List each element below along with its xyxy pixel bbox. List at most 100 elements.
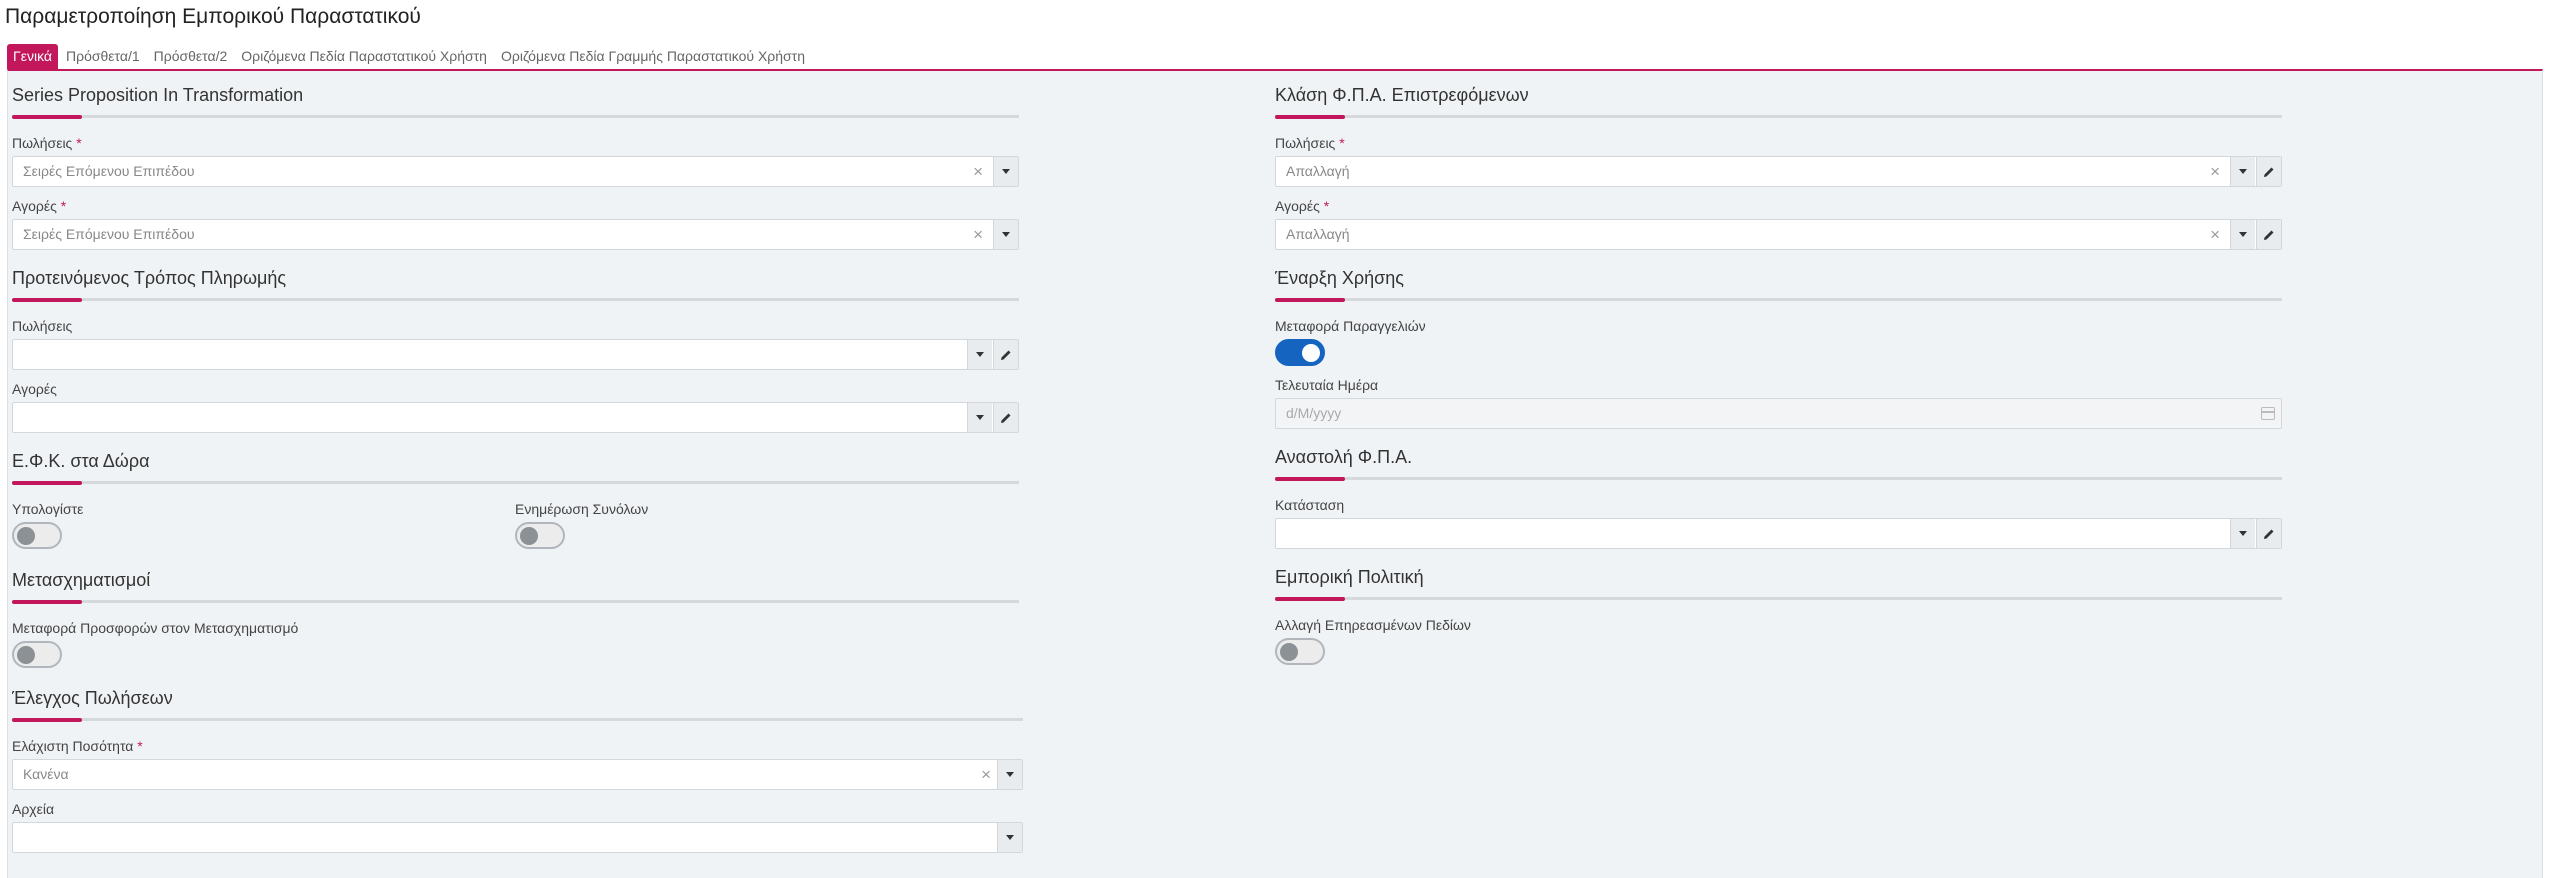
- general-panel: Series Proposition In Transformation Πωλ…: [7, 69, 2543, 878]
- last-day-date-input[interactable]: d/M/yyyy: [1275, 398, 2282, 429]
- field-label: Υπολογίστε: [12, 501, 84, 517]
- dropdown-button[interactable]: [967, 403, 992, 432]
- edit-button[interactable]: [993, 403, 1018, 432]
- field-label: Μεταφορά Προσφορών στον Μετασχηματισμό: [12, 620, 299, 636]
- update-totals-toggle[interactable]: [515, 522, 565, 549]
- vat-class-sales-select[interactable]: Απαλλαγή ×: [1275, 156, 2282, 187]
- select-value: Σειρές Επόμενου Επιπέδου: [23, 226, 195, 242]
- dropdown-button[interactable]: [997, 760, 1022, 789]
- field-label: Ενημέρωση Συνόλων: [515, 501, 649, 517]
- field-label: Πωλήσεις: [12, 318, 73, 334]
- transform-section: Μετασχηματισμοί Μεταφορά Προσφορών στον …: [12, 570, 1019, 668]
- dropdown-button[interactable]: [2230, 220, 2255, 249]
- chevron-down-icon: [1006, 835, 1014, 840]
- efk-section: Ε.Φ.Κ. στα Δώρα Υπολογίστε Ενημέρωση Συν…: [12, 451, 1019, 549]
- chevron-down-icon: [1006, 772, 1014, 777]
- section-title: Έλεγχος Πωλήσεων: [12, 688, 173, 708]
- section-divider: [12, 718, 1023, 722]
- chevron-down-icon: [1002, 169, 1010, 174]
- field-label: Πωλήσεις *: [12, 135, 82, 151]
- field-label: Ελάχιστη Ποσότητα *: [12, 738, 143, 754]
- section-title: Εμπορική Πολιτική: [1275, 567, 1424, 587]
- sales-control-section: Έλεγχος Πωλήσεων Ελάχιστη Ποσότητα * Καν…: [12, 688, 1023, 853]
- section-divider: [1275, 298, 2282, 302]
- tab-user-doc-fields[interactable]: Οριζόμενα Πεδία Παραστατικού Χρήστη: [235, 44, 493, 70]
- field-label: Αγορές *: [1275, 198, 1330, 214]
- payment-purchases-select[interactable]: [12, 402, 1019, 433]
- edit-button[interactable]: [993, 340, 1018, 369]
- section-divider: [1275, 597, 2282, 601]
- pencil-icon: [1001, 350, 1011, 360]
- chevron-down-icon: [1002, 232, 1010, 237]
- field-label: Κατάσταση: [1275, 497, 1345, 513]
- field-label: Τελευταία Ημέρα: [1275, 377, 1379, 393]
- tab-user-line-fields[interactable]: Οριζόμενα Πεδία Γραμμής Παραστατικού Χρή…: [495, 44, 811, 70]
- vat-class-section: Κλάση Φ.Π.Α. Επιστρεφόμενων Πωλήσεις * Α…: [1275, 85, 2282, 250]
- toggle-knob: [1302, 344, 1320, 362]
- start-use-section: Έναρξη Χρήσης Μεταφορά Παραγγελιών Τελευ…: [1275, 268, 2282, 429]
- change-affected-fields-toggle[interactable]: [1275, 638, 1325, 665]
- select-value: Απαλλαγή: [1286, 163, 1350, 179]
- clear-icon[interactable]: ×: [973, 220, 983, 249]
- tab-additional-1[interactable]: Πρόσθετα/1: [60, 44, 146, 70]
- select-value: Κανένα: [23, 766, 69, 782]
- field-label: Αλλαγή Επηρεασμένων Πεδίων: [1275, 617, 1471, 633]
- vat-suspend-status-select[interactable]: [1275, 518, 2282, 549]
- pencil-icon: [2264, 529, 2274, 539]
- right-column: Κλάση Φ.Π.Α. Επιστρεφόμενων Πωλήσεις * Α…: [1275, 71, 2282, 685]
- dropdown-button[interactable]: [2230, 157, 2255, 186]
- min-quantity-select[interactable]: Κανένα ×: [12, 759, 1023, 790]
- field-label: Αγορές *: [12, 198, 67, 214]
- section-title: Series Proposition In Transformation: [12, 85, 304, 105]
- edit-button[interactable]: [2256, 220, 2281, 249]
- page-title: Παραμετροποίηση Εμπορικού Παραστατικού: [5, 5, 421, 28]
- left-column: Series Proposition In Transformation Πωλ…: [12, 71, 1023, 864]
- edit-button[interactable]: [2256, 519, 2281, 548]
- clear-icon[interactable]: ×: [973, 157, 983, 186]
- pencil-icon: [2264, 167, 2274, 177]
- series-purchases-select[interactable]: Σειρές Επόμενου Επιπέδου ×: [12, 219, 1019, 250]
- clear-icon[interactable]: ×: [2210, 157, 2220, 186]
- orders-transfer-toggle[interactable]: [1275, 339, 1325, 366]
- select-value: Σειρές Επόμενου Επιπέδου: [23, 163, 195, 179]
- dropdown-button[interactable]: [993, 157, 1018, 186]
- edit-button[interactable]: [2256, 157, 2281, 186]
- policy-section: Εμπορική Πολιτική Αλλαγή Επηρεασμένων Πε…: [1275, 567, 2282, 665]
- calendar-icon[interactable]: [2261, 407, 2275, 420]
- chevron-down-icon: [976, 415, 984, 420]
- vat-class-purchases-select[interactable]: Απαλλαγή ×: [1275, 219, 2282, 250]
- chevron-down-icon: [2239, 169, 2247, 174]
- field-label: Πωλήσεις *: [1275, 135, 1345, 151]
- calc-toggle[interactable]: [12, 522, 62, 549]
- section-divider: [1275, 115, 2282, 119]
- tab-general[interactable]: Γενικά: [7, 44, 58, 70]
- field-label: Μεταφορά Παραγγελιών: [1275, 318, 1426, 334]
- section-divider: [12, 115, 1019, 119]
- files-select[interactable]: [12, 822, 1023, 853]
- section-title: Έναρξη Χρήσης: [1275, 268, 1404, 288]
- section-divider: [12, 600, 1019, 604]
- pencil-icon: [2264, 230, 2274, 240]
- select-value: Απαλλαγή: [1286, 226, 1350, 242]
- toggle-knob: [520, 527, 538, 545]
- chevron-down-icon: [2239, 531, 2247, 536]
- chevron-down-icon: [2239, 232, 2247, 237]
- series-section: Series Proposition In Transformation Πωλ…: [12, 85, 1019, 250]
- field-label: Αρχεία: [12, 801, 55, 817]
- chevron-down-icon: [976, 352, 984, 357]
- toggle-knob: [1280, 643, 1298, 661]
- pencil-icon: [1001, 413, 1011, 423]
- clear-icon[interactable]: ×: [981, 760, 991, 789]
- series-sales-select[interactable]: Σειρές Επόμενου Επιπέδου ×: [12, 156, 1019, 187]
- vat-suspend-section: Αναστολή Φ.Π.Α. Κατάσταση: [1275, 447, 2282, 549]
- payment-section: Προτεινόμενος Τρόπος Πληρωμής Πωλήσεις Α…: [12, 268, 1019, 433]
- dropdown-button[interactable]: [997, 823, 1022, 852]
- dropdown-button[interactable]: [993, 220, 1018, 249]
- clear-icon[interactable]: ×: [2210, 220, 2220, 249]
- tab-additional-2[interactable]: Πρόσθετα/2: [148, 44, 234, 70]
- offers-transform-toggle[interactable]: [12, 641, 62, 668]
- dropdown-button[interactable]: [967, 340, 992, 369]
- dropdown-button[interactable]: [2230, 519, 2255, 548]
- toggle-knob: [17, 646, 35, 664]
- payment-sales-select[interactable]: [12, 339, 1019, 370]
